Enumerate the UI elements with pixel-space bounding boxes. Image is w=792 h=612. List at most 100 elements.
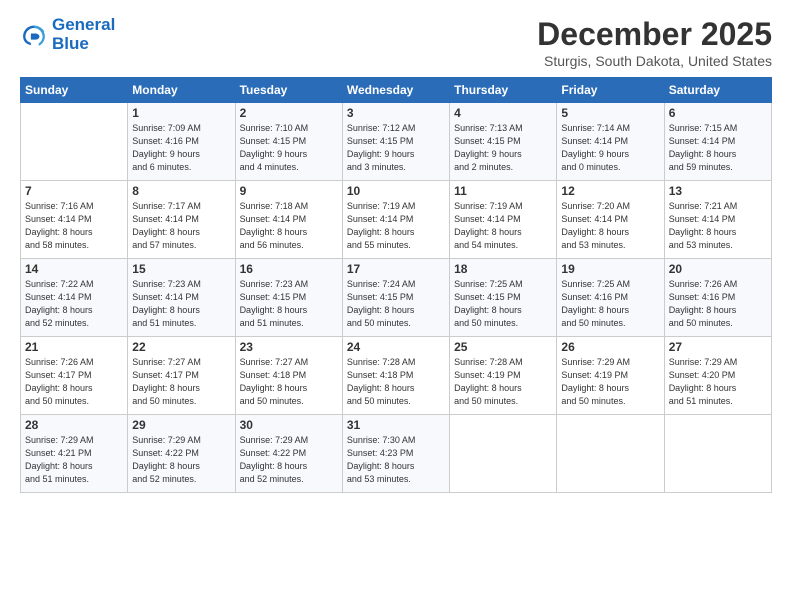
day-number: 23	[240, 340, 338, 354]
cell-3-3: 16Sunrise: 7:23 AM Sunset: 4:15 PM Dayli…	[235, 259, 342, 337]
cell-1-5: 4Sunrise: 7:13 AM Sunset: 4:15 PM Daylig…	[450, 103, 557, 181]
cell-5-1: 28 Sunrise: 7:29 AM Sunset: 4:21 PM Dayli…	[21, 415, 128, 493]
day-number: 16	[240, 262, 338, 276]
day-number: 18	[454, 262, 552, 276]
cell-4-6: 26 Sunrise: 7:29 AM Sunset: 4:19 PM Dayli…	[557, 337, 664, 415]
day-number: 10	[347, 184, 445, 198]
cell-5-4: 31 Sunrise: 7:30 AM Sunset: 4:23 PM Dayli…	[342, 415, 449, 493]
day-info: Sunrise: 7:29 AM Sunset: 4:21 PM Dayligh…	[25, 434, 123, 486]
day-info: Sunrise: 7:15 AM Sunset: 4:14 PM Dayligh…	[669, 122, 767, 174]
header: General Blue December 2025 Sturgis, Sout…	[20, 16, 772, 69]
day-info: Sunrise: 7:21 AM Sunset: 4:14 PM Dayligh…	[669, 200, 767, 252]
day-number: 29	[132, 418, 230, 432]
header-day-thursday: Thursday	[450, 78, 557, 103]
cell-3-6: 19 Sunrise: 7:25 AM Sunset: 4:16 PM Dayli…	[557, 259, 664, 337]
day-number: 21	[25, 340, 123, 354]
day-info: Sunrise: 7:25 AM Sunset: 4:16 PM Dayligh…	[561, 278, 659, 330]
day-info: Sunrise: 7:30 AM Sunset: 4:23 PM Dayligh…	[347, 434, 445, 486]
day-number: 12	[561, 184, 659, 198]
cell-5-5	[450, 415, 557, 493]
cell-5-2: 29 Sunrise: 7:29 AM Sunset: 4:22 PM Dayli…	[128, 415, 235, 493]
cell-1-1	[21, 103, 128, 181]
day-info: Sunrise: 7:16 AM Sunset: 4:14 PM Dayligh…	[25, 200, 123, 252]
day-number: 3	[347, 106, 445, 120]
day-number: 24	[347, 340, 445, 354]
day-number: 19	[561, 262, 659, 276]
cell-3-7: 20Sunrise: 7:26 AM Sunset: 4:16 PM Dayli…	[664, 259, 771, 337]
header-day-friday: Friday	[557, 78, 664, 103]
week-row-4: 21Sunrise: 7:26 AM Sunset: 4:17 PM Dayli…	[21, 337, 772, 415]
cell-2-4: 10 Sunrise: 7:19 AM Sunset: 4:14 PM Dayli…	[342, 181, 449, 259]
location: Sturgis, South Dakota, United States	[537, 53, 772, 69]
header-day-monday: Monday	[128, 78, 235, 103]
cell-2-1: 7 Sunrise: 7:16 AM Sunset: 4:14 PM Daylig…	[21, 181, 128, 259]
day-info: Sunrise: 7:17 AM Sunset: 4:14 PM Dayligh…	[132, 200, 230, 252]
cell-4-2: 22Sunrise: 7:27 AM Sunset: 4:17 PM Dayli…	[128, 337, 235, 415]
logo-text: General Blue	[52, 16, 115, 53]
cell-3-5: 18Sunrise: 7:25 AM Sunset: 4:15 PM Dayli…	[450, 259, 557, 337]
header-row: SundayMondayTuesdayWednesdayThursdayFrid…	[21, 78, 772, 103]
cell-2-2: 8Sunrise: 7:17 AM Sunset: 4:14 PM Daylig…	[128, 181, 235, 259]
day-info: Sunrise: 7:27 AM Sunset: 4:18 PM Dayligh…	[240, 356, 338, 408]
day-number: 26	[561, 340, 659, 354]
month-title: December 2025	[537, 16, 772, 53]
cell-5-3: 30 Sunrise: 7:29 AM Sunset: 4:22 PM Dayli…	[235, 415, 342, 493]
cell-3-2: 15 Sunrise: 7:23 AM Sunset: 4:14 PM Dayli…	[128, 259, 235, 337]
day-number: 22	[132, 340, 230, 354]
calendar-table: SundayMondayTuesdayWednesdayThursdayFrid…	[20, 77, 772, 493]
day-number: 17	[347, 262, 445, 276]
title-block: December 2025 Sturgis, South Dakota, Uni…	[537, 16, 772, 69]
header-day-saturday: Saturday	[664, 78, 771, 103]
cell-4-1: 21Sunrise: 7:26 AM Sunset: 4:17 PM Dayli…	[21, 337, 128, 415]
day-number: 27	[669, 340, 767, 354]
day-number: 30	[240, 418, 338, 432]
cell-5-7	[664, 415, 771, 493]
cell-2-3: 9 Sunrise: 7:18 AM Sunset: 4:14 PM Daylig…	[235, 181, 342, 259]
day-info: Sunrise: 7:29 AM Sunset: 4:22 PM Dayligh…	[132, 434, 230, 486]
day-info: Sunrise: 7:20 AM Sunset: 4:14 PM Dayligh…	[561, 200, 659, 252]
day-number: 20	[669, 262, 767, 276]
day-info: Sunrise: 7:18 AM Sunset: 4:14 PM Dayligh…	[240, 200, 338, 252]
day-info: Sunrise: 7:12 AM Sunset: 4:15 PM Dayligh…	[347, 122, 445, 174]
day-info: Sunrise: 7:10 AM Sunset: 4:15 PM Dayligh…	[240, 122, 338, 174]
day-info: Sunrise: 7:29 AM Sunset: 4:22 PM Dayligh…	[240, 434, 338, 486]
day-number: 31	[347, 418, 445, 432]
cell-4-4: 24 Sunrise: 7:28 AM Sunset: 4:18 PM Dayli…	[342, 337, 449, 415]
day-info: Sunrise: 7:19 AM Sunset: 4:14 PM Dayligh…	[347, 200, 445, 252]
week-row-5: 28 Sunrise: 7:29 AM Sunset: 4:21 PM Dayli…	[21, 415, 772, 493]
day-number: 5	[561, 106, 659, 120]
cell-4-5: 25 Sunrise: 7:28 AM Sunset: 4:19 PM Dayli…	[450, 337, 557, 415]
day-info: Sunrise: 7:23 AM Sunset: 4:14 PM Dayligh…	[132, 278, 230, 330]
day-number: 28	[25, 418, 123, 432]
cell-4-7: 27Sunrise: 7:29 AM Sunset: 4:20 PM Dayli…	[664, 337, 771, 415]
day-info: Sunrise: 7:09 AM Sunset: 4:16 PM Dayligh…	[132, 122, 230, 174]
day-number: 11	[454, 184, 552, 198]
day-info: Sunrise: 7:19 AM Sunset: 4:14 PM Dayligh…	[454, 200, 552, 252]
day-number: 9	[240, 184, 338, 198]
header-day-sunday: Sunday	[21, 78, 128, 103]
cell-2-5: 11 Sunrise: 7:19 AM Sunset: 4:14 PM Dayli…	[450, 181, 557, 259]
day-info: Sunrise: 7:22 AM Sunset: 4:14 PM Dayligh…	[25, 278, 123, 330]
header-day-wednesday: Wednesday	[342, 78, 449, 103]
cell-1-3: 2 Sunrise: 7:10 AM Sunset: 4:15 PM Daylig…	[235, 103, 342, 181]
day-info: Sunrise: 7:29 AM Sunset: 4:19 PM Dayligh…	[561, 356, 659, 408]
logo-icon	[20, 21, 48, 49]
day-number: 2	[240, 106, 338, 120]
header-day-tuesday: Tuesday	[235, 78, 342, 103]
week-row-2: 7 Sunrise: 7:16 AM Sunset: 4:14 PM Daylig…	[21, 181, 772, 259]
day-info: Sunrise: 7:28 AM Sunset: 4:18 PM Dayligh…	[347, 356, 445, 408]
cell-1-2: 1Sunrise: 7:09 AM Sunset: 4:16 PM Daylig…	[128, 103, 235, 181]
day-info: Sunrise: 7:14 AM Sunset: 4:14 PM Dayligh…	[561, 122, 659, 174]
day-number: 15	[132, 262, 230, 276]
logo: General Blue	[20, 16, 115, 53]
day-number: 25	[454, 340, 552, 354]
day-info: Sunrise: 7:28 AM Sunset: 4:19 PM Dayligh…	[454, 356, 552, 408]
day-info: Sunrise: 7:24 AM Sunset: 4:15 PM Dayligh…	[347, 278, 445, 330]
day-number: 7	[25, 184, 123, 198]
cell-2-6: 12 Sunrise: 7:20 AM Sunset: 4:14 PM Dayli…	[557, 181, 664, 259]
cell-1-6: 5 Sunrise: 7:14 AM Sunset: 4:14 PM Daylig…	[557, 103, 664, 181]
cell-1-4: 3 Sunrise: 7:12 AM Sunset: 4:15 PM Daylig…	[342, 103, 449, 181]
cell-3-4: 17 Sunrise: 7:24 AM Sunset: 4:15 PM Dayli…	[342, 259, 449, 337]
week-row-3: 14Sunrise: 7:22 AM Sunset: 4:14 PM Dayli…	[21, 259, 772, 337]
page: General Blue December 2025 Sturgis, Sout…	[0, 0, 792, 612]
